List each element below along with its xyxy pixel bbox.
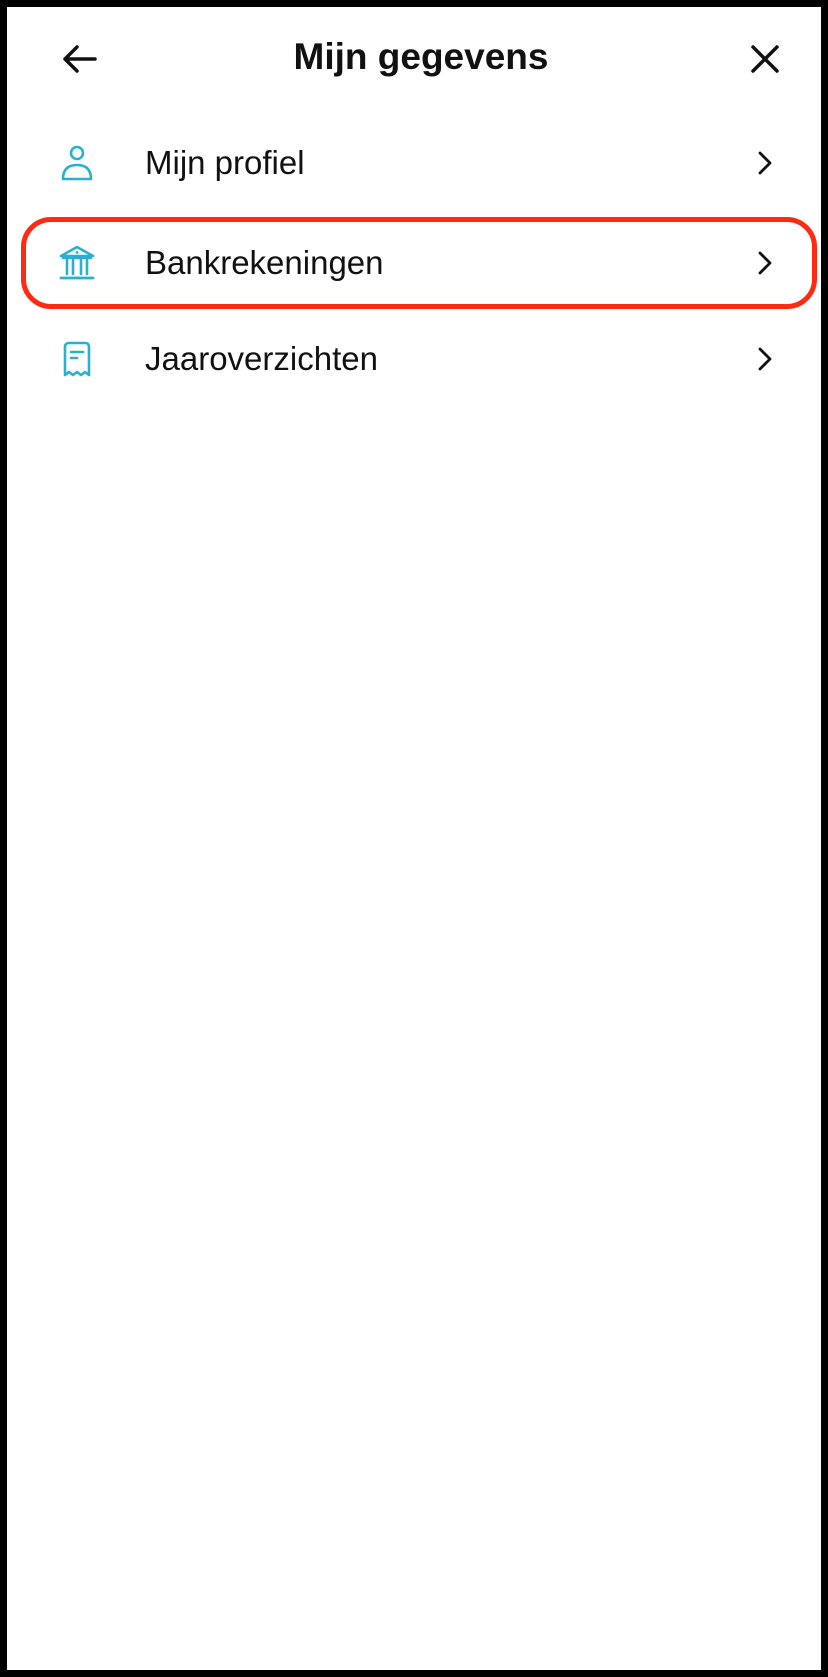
person-icon <box>61 145 93 181</box>
menu-item-jaaroverzichten[interactable]: Jaaroverzichten <box>21 313 817 405</box>
receipt-icon <box>63 341 91 377</box>
bank-icon <box>59 245 95 280</box>
menu-item-label: Jaaroverzichten <box>145 340 378 377</box>
app-screen: Mijn gegevens Mijn profiel Bankrekeninge… <box>0 0 828 1677</box>
close-button[interactable] <box>739 33 791 85</box>
menu-item-label: Mijn profiel <box>145 144 305 181</box>
menu-item-bankrekeningen[interactable]: Bankrekeningen <box>21 217 817 309</box>
menu-item-label: Bankrekeningen <box>145 244 384 281</box>
menu-item-mijn-profiel[interactable]: Mijn profiel <box>21 117 817 209</box>
page-title: Mijn gegevens <box>293 36 549 77</box>
header: Mijn gegevens <box>7 7 828 107</box>
chevron-right-icon <box>758 347 772 371</box>
chevron-right-icon <box>758 151 772 175</box>
close-icon <box>751 45 779 73</box>
chevron-right-icon <box>758 251 772 275</box>
